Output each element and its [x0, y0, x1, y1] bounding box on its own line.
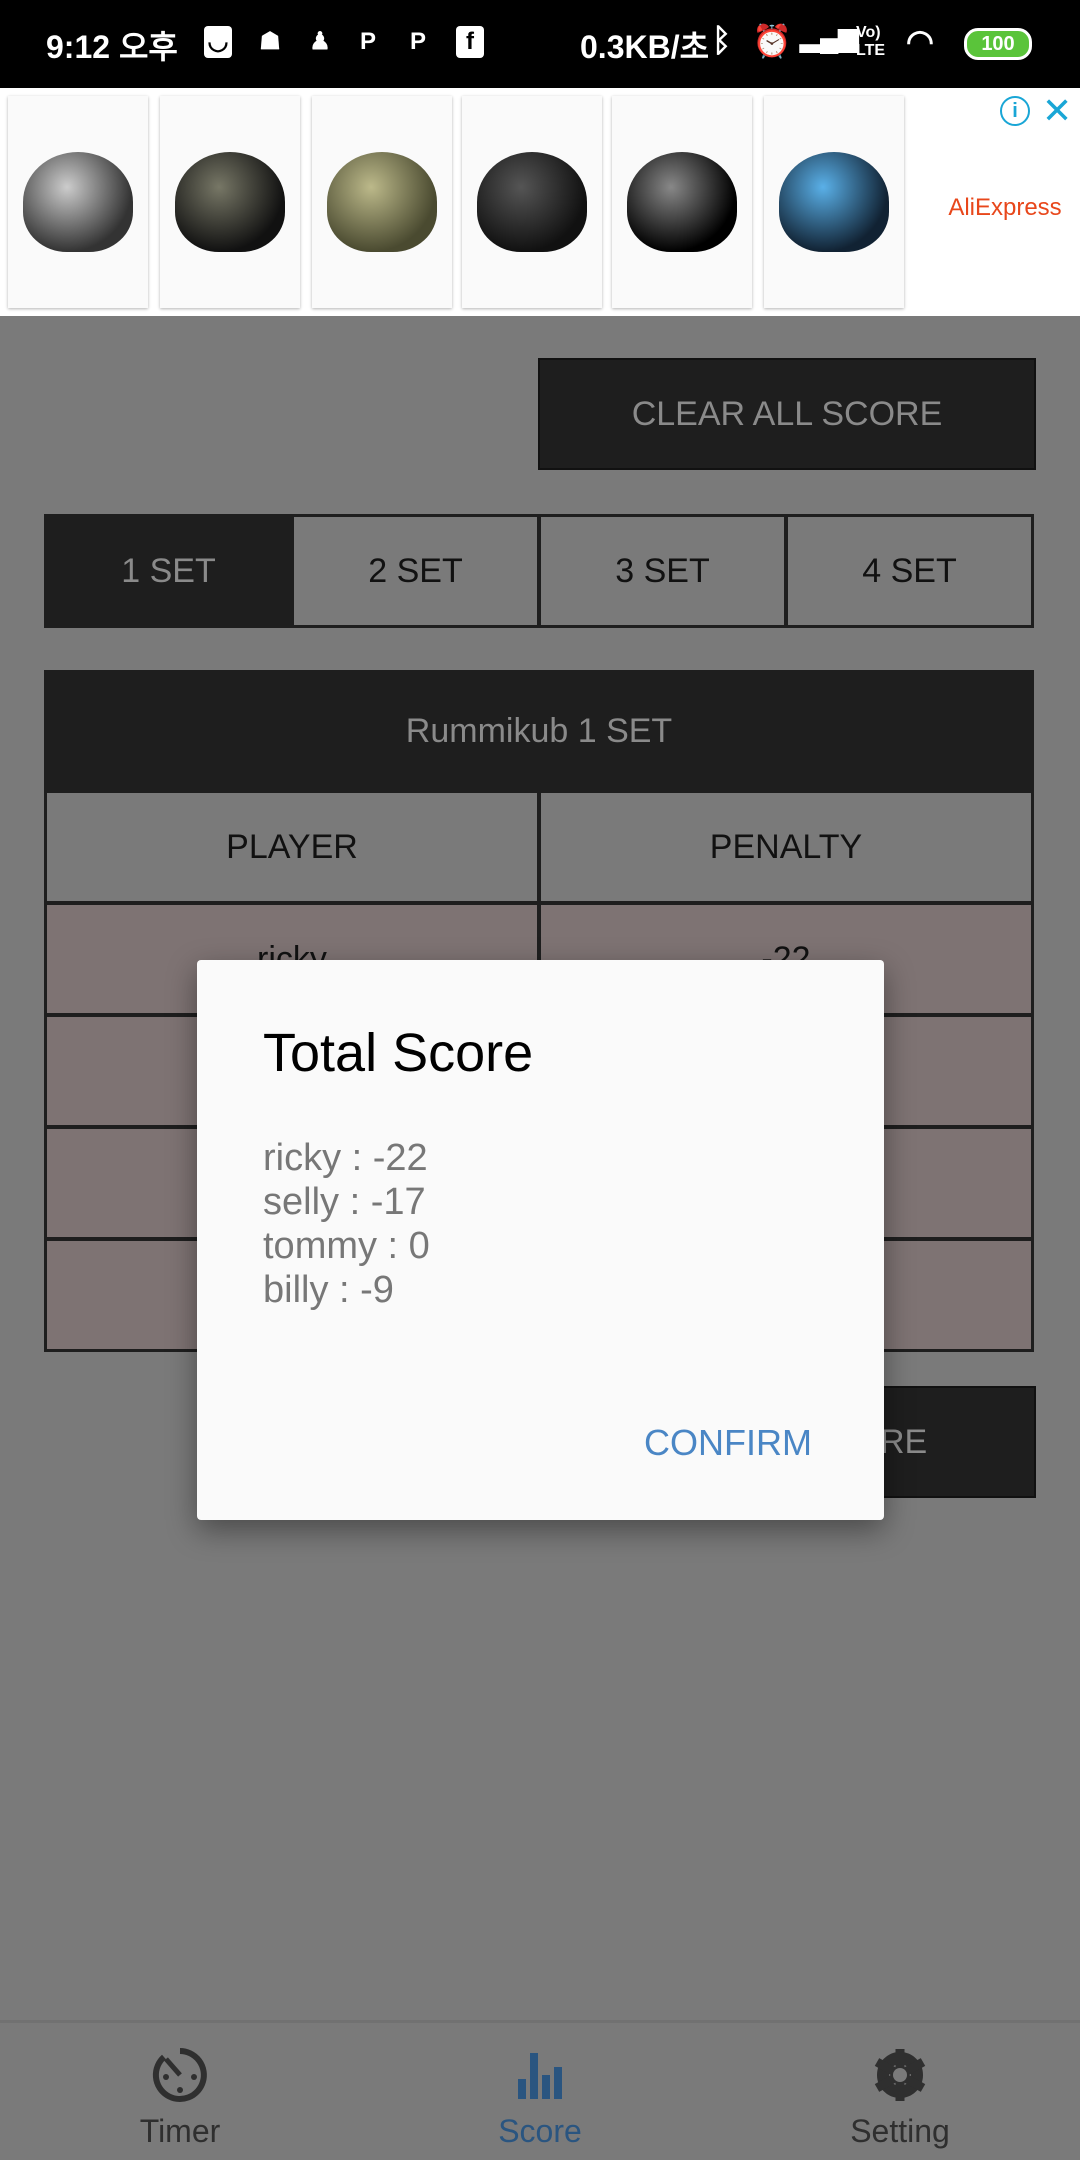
table-title: Rummikub 1 SET	[405, 711, 673, 750]
ad-image[interactable]	[312, 96, 452, 308]
figure-icon: ♟	[309, 28, 331, 55]
p-icon: P	[409, 28, 426, 55]
nav-score[interactable]: Score	[360, 2023, 720, 2160]
clear-all-score-button[interactable]: CLEAR ALL SCORE	[538, 358, 1036, 470]
ad-image[interactable]	[612, 96, 752, 308]
score-line: billy : -9	[263, 1269, 394, 1311]
alarm-icon: ⏰	[752, 23, 792, 59]
score-line: tommy : 0	[263, 1225, 430, 1267]
status-time: 9:12 오후	[46, 29, 178, 65]
dialog-title: Total Score	[263, 1023, 534, 1083]
confirm-button[interactable]: CONFIRM	[644, 1422, 812, 1464]
gear-icon	[874, 2049, 926, 2101]
shopping-bag-icon: ◡	[204, 26, 232, 58]
header-penalty: PENALTY	[541, 793, 1031, 901]
bluetooth-icon: ᛒ	[712, 22, 732, 58]
network-speed: 0.3KB/초	[580, 29, 710, 65]
timer-icon	[152, 2048, 207, 2102]
p-icon: P	[359, 28, 376, 55]
tab-4-set[interactable]: 4 SET	[788, 517, 1031, 625]
status-bar: 9:12 오후 ◡ ☗ ♟ P P f 0.3KB/초 ᛒ ⏰ ▂▄▆ Vo) L…	[0, 0, 1080, 88]
tab-1-set[interactable]: 1 SET	[47, 517, 290, 625]
score-line: selly : -17	[263, 1181, 426, 1223]
ad-image[interactable]	[462, 96, 602, 308]
nav-setting[interactable]: Setting	[720, 2023, 1080, 2160]
battery-icon: 100	[964, 28, 1032, 60]
ad-close-icon[interactable]: ✕	[1042, 90, 1072, 132]
tab-3-set[interactable]: 3 SET	[541, 517, 784, 625]
ad-image[interactable]	[764, 96, 904, 308]
bar-chart-icon	[518, 2053, 562, 2099]
ad-info-icon[interactable]: i	[1000, 96, 1030, 126]
ad-banner[interactable]	[0, 88, 1080, 316]
set-tabs: 1 SET 2 SET 3 SET 4 SET	[44, 514, 1034, 628]
ad-image[interactable]	[160, 96, 300, 308]
nav-score-label: Score	[498, 2113, 582, 2149]
total-score-dialog: Total Score ricky : -22 selly : -17 tomm…	[197, 960, 884, 1520]
nav-timer[interactable]: Timer	[0, 2023, 360, 2160]
table-header-row: PLAYER PENALTY	[47, 793, 1031, 901]
facebook-icon: f	[456, 26, 484, 58]
signal-icon: ▂▄▆	[800, 22, 859, 52]
header-player: PLAYER	[47, 793, 537, 901]
wifi-icon: ◠	[906, 23, 934, 59]
score-line: ricky : -22	[263, 1137, 428, 1179]
bottom-nav: Timer Score Setting	[0, 2020, 1080, 2160]
total-score-button-label: RE	[880, 1422, 928, 1461]
dialog-score-list: ricky : -22 selly : -17 tommy : 0 billy …	[263, 1136, 430, 1312]
nav-timer-label: Timer	[139, 2113, 221, 2149]
tab-2-set[interactable]: 2 SET	[294, 517, 537, 625]
volte-icon: Vo) LTE	[856, 24, 886, 59]
ad-image[interactable]	[8, 96, 148, 308]
robot-icon: ☗	[259, 28, 281, 55]
nav-setting-label: Setting	[850, 2113, 950, 2149]
